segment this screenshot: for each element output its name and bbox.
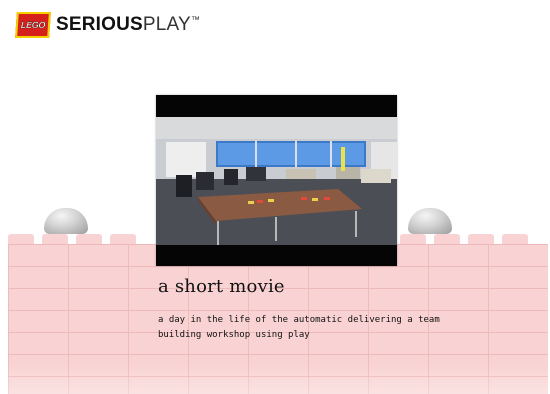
video-description: a day in the life of the automatic deliv… — [158, 315, 440, 340]
video-frame — [156, 117, 397, 245]
left-stud-decoration — [44, 208, 88, 234]
video-player[interactable] — [156, 95, 397, 266]
lego-logo: LEGO — [15, 12, 51, 38]
brand-name: SERIOUSPLAY™ — [56, 14, 200, 36]
trademark-symbol: ™ — [190, 14, 201, 25]
brand-header: LEGO SERIOUSPLAY™ — [15, 10, 200, 40]
right-stud-decoration — [408, 208, 452, 234]
brand-name-bold: SERIOUS — [56, 14, 143, 35]
brand-name-light: PLAY — [142, 14, 191, 35]
lego-logo-text: LEGO — [20, 20, 46, 30]
video-title: a short movie — [158, 276, 285, 297]
